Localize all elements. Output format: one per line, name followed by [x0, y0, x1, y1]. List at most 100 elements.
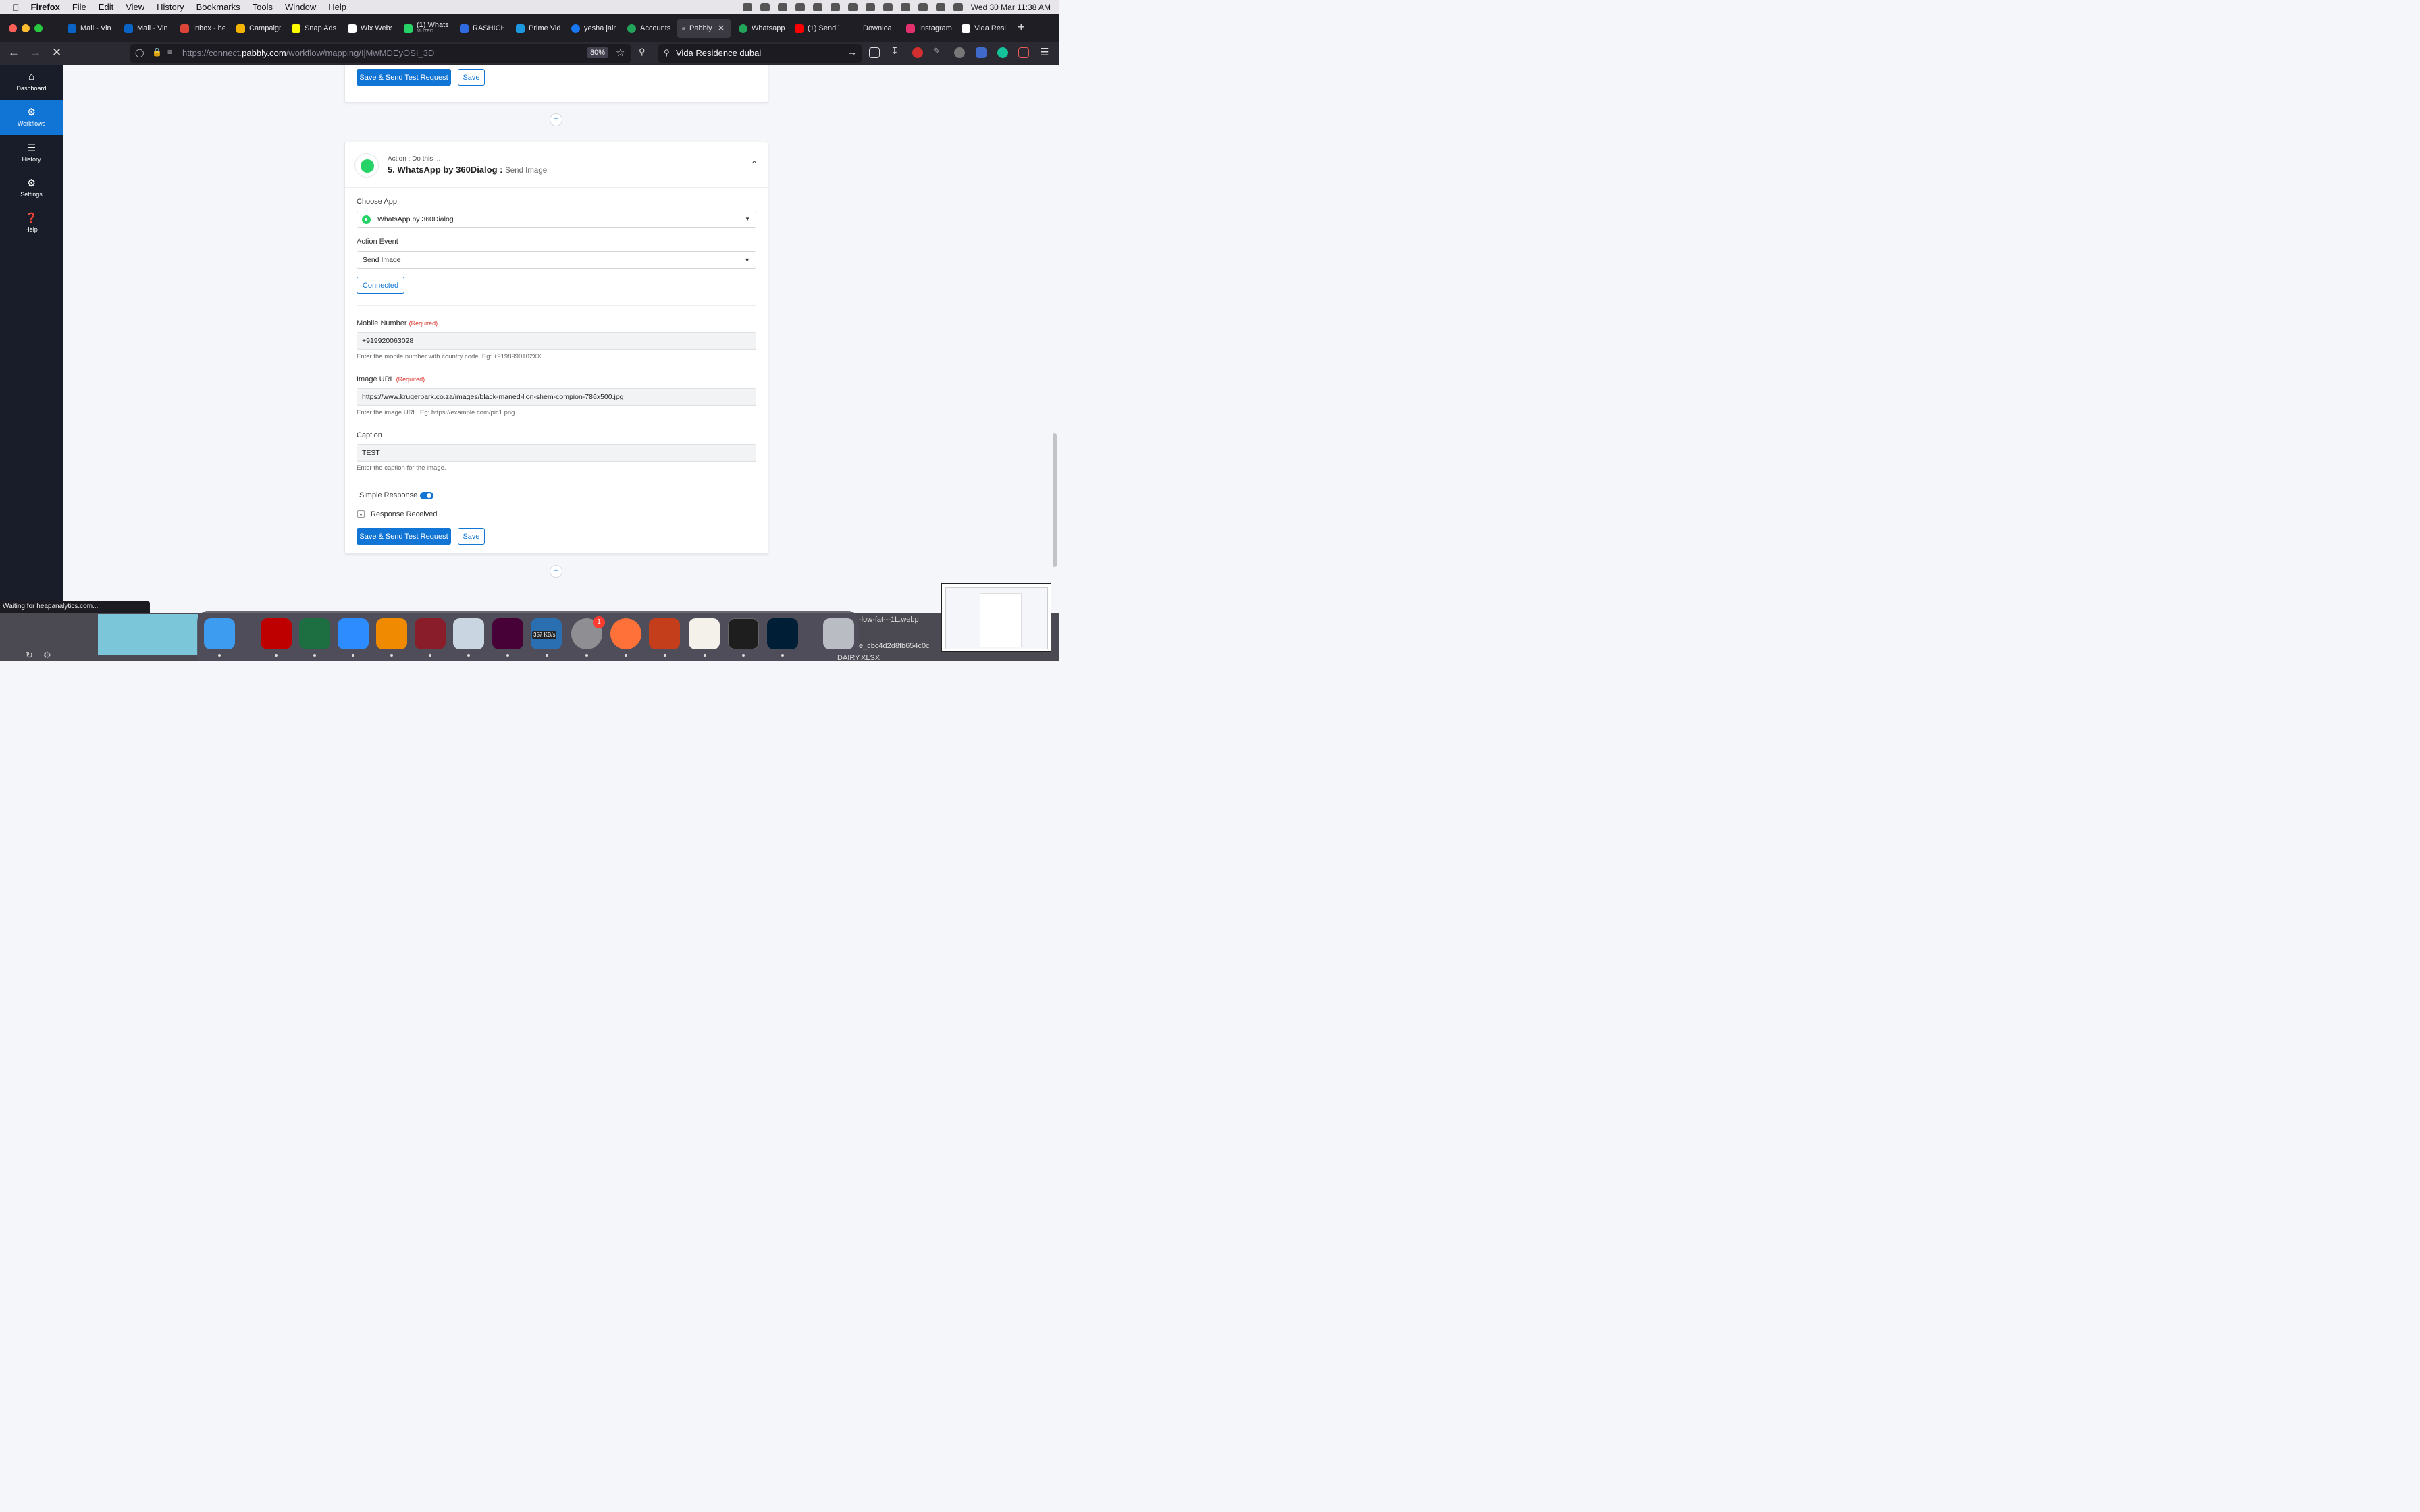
finder-icon[interactable] — [204, 618, 235, 649]
search-input[interactable]: Vida Residence dubai — [676, 48, 761, 58]
terminal-icon[interactable] — [728, 618, 759, 649]
bluetooth-icon[interactable] — [865, 3, 875, 11]
bookmark-star-icon[interactable]: ☆ — [616, 47, 625, 59]
maximize-window-icon[interactable] — [34, 24, 43, 32]
close-window-icon[interactable] — [9, 24, 17, 32]
tab-accounts[interactable]: Accounts — [627, 19, 672, 38]
vlc-menu-icon[interactable] — [812, 3, 822, 11]
choose-app-select[interactable]: WhatsApp by 360Dialog ▼ — [357, 211, 756, 228]
connected-button[interactable]: Connected — [357, 277, 404, 294]
response-received-expand-icon[interactable]: ⌄ — [357, 510, 365, 518]
pocket-icon[interactable] — [869, 47, 880, 58]
istat-menus-icon[interactable]: 357 KB/s — [531, 618, 562, 649]
tab-inbox[interactable]: Inbox - he — [180, 19, 225, 38]
menu-tools[interactable]: Tools — [246, 2, 279, 12]
tab-downloads[interactable]: Downloa — [863, 19, 895, 38]
action-event-select[interactable]: Send Image ▼ — [357, 251, 756, 269]
minimize-window-icon[interactable] — [22, 24, 30, 32]
url-bar[interactable]: ◯ 🔒 ≡ https://connect.pabbly.com/workflo… — [130, 44, 631, 63]
preview-icon[interactable] — [453, 618, 484, 649]
collapse-chevron-icon[interactable]: ⌃ — [751, 159, 758, 169]
prev-save-send-test-button[interactable]: Save & Send Test Request — [357, 69, 451, 86]
powerpoint-icon[interactable] — [649, 618, 680, 649]
simple-response-toggle[interactable] — [420, 492, 433, 500]
add-step-button[interactable]: + — [550, 565, 562, 578]
menu-view[interactable]: View — [120, 2, 151, 12]
firefox-icon[interactable] — [610, 618, 641, 649]
menubar-clock[interactable]: Wed 30 Mar 11:38 AM — [971, 3, 1051, 12]
sidebar-item-dashboard[interactable]: ⌂ Dashboard — [0, 65, 63, 100]
menu-file[interactable]: File — [66, 2, 93, 12]
quill-icon[interactable] — [415, 618, 446, 649]
desktop-file-2[interactable]: e_cbc4d2d8fb654c0c — [859, 642, 930, 650]
menu-history[interactable]: History — [151, 2, 190, 12]
puzzle-extension-icon[interactable] — [976, 47, 987, 58]
tab-prime-video[interactable]: Prime Vid — [516, 19, 560, 38]
grammarly-icon[interactable] — [997, 47, 1008, 58]
menu-help[interactable]: Help — [322, 2, 352, 12]
search-icon[interactable]: ⚲ — [639, 47, 646, 57]
page-scrollbar[interactable] — [1053, 433, 1057, 567]
siri-icon[interactable] — [953, 3, 963, 11]
tab-whatsapp-muted[interactable]: (1) Whats MUTED — [404, 19, 448, 38]
lock-icon[interactable]: 🔒 — [152, 47, 162, 57]
input-source-icon[interactable] — [847, 3, 858, 11]
shield-icon[interactable]: ◯ — [135, 48, 144, 57]
caption-field[interactable]: TEST — [357, 444, 756, 462]
sidebar-item-settings[interactable]: ⚙ Settings — [0, 171, 63, 206]
apple-icon[interactable]:  — [0, 2, 25, 13]
tab-snap-ads[interactable]: Snap Ads — [292, 19, 339, 38]
display-icon[interactable] — [777, 3, 787, 11]
creative-cloud-icon[interactable] — [760, 3, 770, 11]
close-tab-icon[interactable]: ✕ — [718, 23, 725, 34]
filezilla-icon[interactable] — [261, 618, 292, 649]
downloads-icon[interactable]: ↧ — [891, 45, 901, 56]
save-send-test-button[interactable]: Save & Send Test Request — [357, 528, 451, 545]
sidebar-item-help[interactable]: ❓ Help — [0, 206, 63, 241]
new-tab-icon[interactable]: + — [1018, 20, 1025, 34]
wifi-icon[interactable] — [900, 3, 910, 11]
tab-mail-1[interactable]: Mail - Vin — [68, 19, 116, 38]
add-step-button[interactable]: + — [550, 113, 562, 126]
spotlight-icon[interactable] — [918, 3, 928, 11]
screenshot-extension-icon[interactable] — [1018, 47, 1029, 58]
excel-icon[interactable] — [299, 618, 330, 649]
response-received-label[interactable]: Response Received — [371, 510, 437, 518]
menu-bookmarks[interactable]: Bookmarks — [190, 2, 246, 12]
menu-edit[interactable]: Edit — [93, 2, 120, 12]
sidebar-item-workflows[interactable]: ⚙ Workflows — [0, 100, 63, 135]
vlc-icon[interactable] — [376, 618, 407, 649]
forward-icon[interactable]: → — [30, 46, 41, 59]
refresh-icon[interactable]: ↻ — [26, 650, 33, 661]
tab-pabbly-active[interactable]: Pabbly ✕ — [677, 19, 731, 38]
control-center-icon[interactable] — [935, 3, 945, 11]
trash-icon[interactable] — [823, 618, 854, 649]
tab-facebook[interactable]: yesha jain — [571, 19, 616, 38]
tab-campaign[interactable]: Campaign — [236, 19, 281, 38]
permissions-icon[interactable]: ≡ — [167, 47, 172, 57]
network-icon[interactable]: ⚙ — [43, 650, 51, 661]
zoom-level[interactable]: 80% — [587, 47, 609, 58]
textedit-icon[interactable] — [689, 618, 720, 649]
extension-red-icon[interactable] — [912, 47, 923, 58]
hamburger-menu-icon[interactable]: ☰ — [1040, 46, 1049, 58]
tab-rashich[interactable]: RASHICH — [460, 19, 504, 38]
mobile-number-field[interactable]: +919920063028 — [357, 332, 756, 350]
dreamweaver-icon[interactable] — [492, 618, 523, 649]
tab-instagram[interactable]: Instagram — [906, 19, 955, 38]
desktop-file-3[interactable]: DAIRY.XLSX — [837, 654, 880, 662]
tab-wix[interactable]: Wix Webs — [348, 19, 392, 38]
url-text[interactable]: https://connect.pabbly.com/workflow/mapp… — [182, 48, 434, 58]
desktop-file-1[interactable]: -low-fat---1L.webp — [859, 616, 919, 624]
stop-loading-icon[interactable]: ✕ — [52, 46, 61, 59]
tab-vida[interactable]: Vida Resi — [962, 19, 1007, 38]
system-preferences-icon[interactable]: 1 — [571, 616, 605, 649]
image-url-field[interactable]: https://www.krugerpark.co.za/images/blac… — [357, 388, 756, 406]
location-icon[interactable] — [742, 3, 752, 11]
vpn-extension-icon[interactable] — [954, 47, 965, 58]
tab-whatsapp-pabbly[interactable]: Whatsapp — [739, 19, 785, 38]
go-arrow-icon[interactable]: → — [847, 47, 857, 57]
menu-window[interactable]: Window — [279, 2, 322, 12]
tab-mail-2[interactable]: Mail - Vin — [124, 19, 169, 38]
prev-save-button[interactable]: Save — [458, 69, 485, 86]
